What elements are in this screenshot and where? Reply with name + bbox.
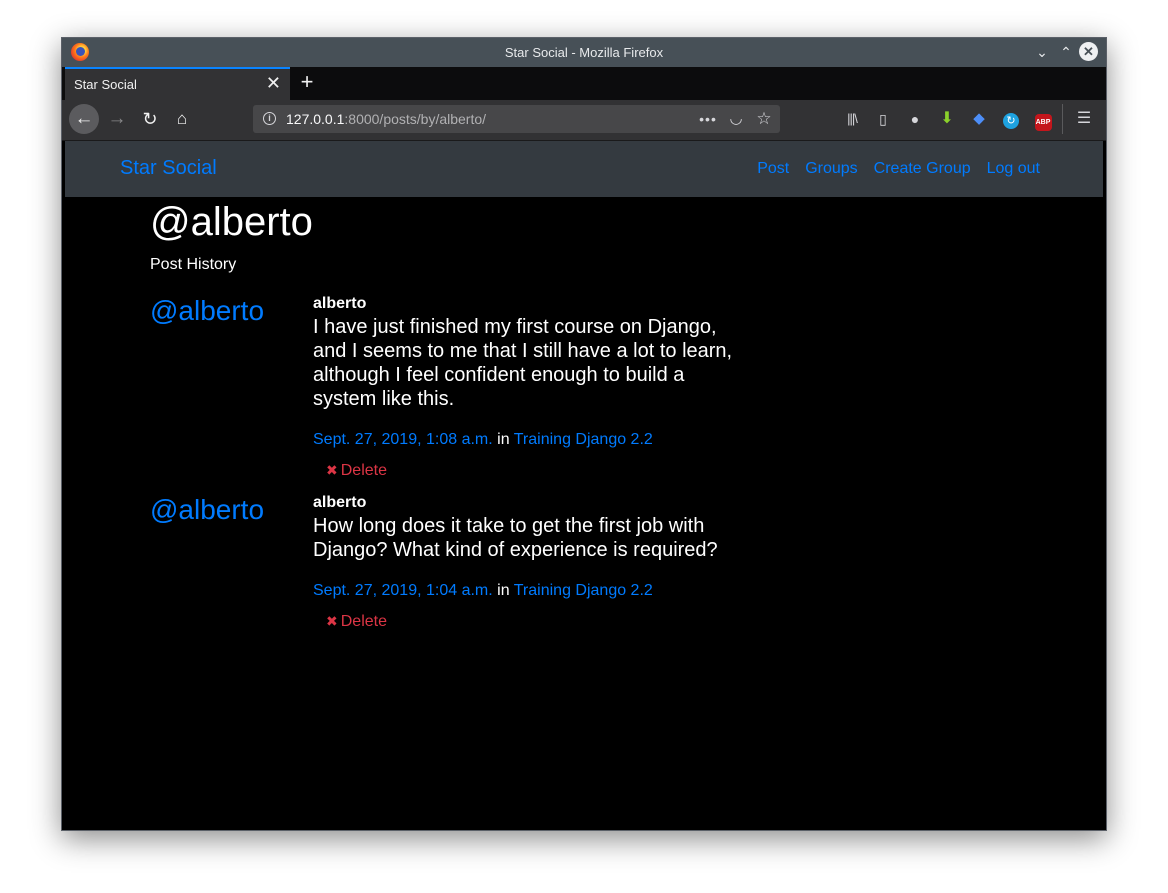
brand-link[interactable]: Star Social — [120, 157, 217, 180]
url-text[interactable]: 127.0.0.1:8000/posts/by/alberto/ — [286, 111, 486, 127]
url-bar[interactable]: i 127.0.0.1:8000/posts/by/alberto/ ••• ◡… — [253, 105, 780, 133]
delete-x-icon: ✖ — [326, 613, 338, 629]
tab-strip: Star Social ✕ + — [62, 67, 1106, 100]
post-body: alberto I have just finished my first co… — [313, 295, 733, 480]
delete-post-button[interactable]: ✖ Delete — [326, 462, 387, 480]
post-username: alberto — [313, 494, 367, 511]
back-button[interactable]: ← — [69, 104, 99, 134]
page-actions-icon[interactable]: ••• — [697, 108, 719, 130]
reload-button[interactable]: ↻ — [135, 104, 165, 134]
maximize-button[interactable]: ⌃ — [1056, 42, 1076, 62]
nav-create-group-link[interactable]: Create Group — [874, 160, 971, 178]
delete-label: Delete — [340, 462, 387, 479]
toolbar-divider — [1062, 104, 1063, 134]
post-date-link[interactable]: Sept. 27, 2019, 1:08 a.m. — [313, 431, 493, 448]
browser-toolbar: ← → ↻ ⌂ i 127.0.0.1:8000/posts/by/albert… — [62, 100, 1106, 141]
post-meta: Sept. 27, 2019, 1:04 a.m. in Training Dj… — [313, 582, 733, 600]
post-body: alberto How long does it take to get the… — [313, 494, 733, 631]
post-group-link[interactable]: Training Django 2.2 — [514, 431, 653, 448]
post-message: How long does it take to get the first j… — [313, 515, 718, 561]
page-viewport: Star Social Post Groups Create Group Log… — [65, 141, 1103, 828]
tab-close-icon[interactable]: ✕ — [266, 73, 281, 94]
nav-logout-link[interactable]: Log out — [987, 160, 1040, 178]
forward-button[interactable]: → — [102, 104, 132, 134]
minimize-button[interactable]: ⌄ — [1032, 42, 1052, 62]
sidebar-icon[interactable]: ▯ — [873, 109, 893, 129]
site-navbar: Star Social Post Groups Create Group Log… — [65, 141, 1103, 197]
site-nav-links: Post Groups Create Group Log out — [757, 160, 1040, 178]
delete-post-button[interactable]: ✖ Delete — [326, 613, 387, 631]
title-bar: Star Social - Mozilla Firefox ⌄ ⌃ ✕ — [62, 38, 1106, 67]
account-icon[interactable]: ● — [905, 109, 925, 129]
adblock-icon[interactable]: ABP — [1033, 109, 1053, 131]
post-group-link[interactable]: Training Django 2.2 — [514, 582, 653, 599]
nav-post-link[interactable]: Post — [757, 160, 789, 178]
bookmark-star-icon[interactable]: ☆ — [753, 108, 775, 130]
post-author-link[interactable]: @alberto — [150, 494, 264, 526]
url-host: 127.0.0.1 — [286, 111, 345, 127]
library-icon[interactable]: |||\ — [842, 109, 862, 129]
extension-icon[interactable]: ◆ — [969, 109, 989, 129]
post-username: alberto — [313, 295, 367, 312]
nav-groups-link[interactable]: Groups — [805, 160, 857, 178]
post-message: I have just finished my first course on … — [313, 316, 733, 410]
sync-icon[interactable]: ↻ — [1001, 109, 1021, 129]
close-window-button[interactable]: ✕ — [1079, 42, 1098, 61]
new-tab-button[interactable]: + — [296, 69, 318, 95]
delete-x-icon: ✖ — [326, 462, 338, 478]
post-date-link[interactable]: Sept. 27, 2019, 1:04 a.m. — [313, 582, 493, 599]
post-meta: Sept. 27, 2019, 1:08 a.m. in Training Dj… — [313, 431, 733, 449]
hamburger-menu-icon[interactable]: ☰ — [1074, 109, 1094, 129]
home-button[interactable]: ⌂ — [167, 104, 197, 134]
post-in-label: in — [497, 431, 510, 448]
download-icon[interactable]: ⬇ — [937, 109, 957, 129]
site-info-icon[interactable]: i — [263, 112, 276, 125]
pocket-icon[interactable]: ◡ — [725, 108, 747, 130]
window-title: Star Social - Mozilla Firefox — [504, 45, 664, 60]
page-subtitle: Post History — [150, 256, 237, 273]
post-in-label: in — [497, 582, 510, 599]
url-path: :8000/posts/by/alberto/ — [344, 111, 487, 127]
browser-window: Star Social - Mozilla Firefox ⌄ ⌃ ✕ Star… — [61, 37, 1107, 831]
page-title: @alberto — [150, 200, 313, 244]
delete-label: Delete — [340, 613, 387, 630]
post-author-link[interactable]: @alberto — [150, 295, 264, 327]
tab-title: Star Social — [74, 77, 137, 92]
tab-star-social[interactable]: Star Social ✕ — [65, 67, 290, 100]
